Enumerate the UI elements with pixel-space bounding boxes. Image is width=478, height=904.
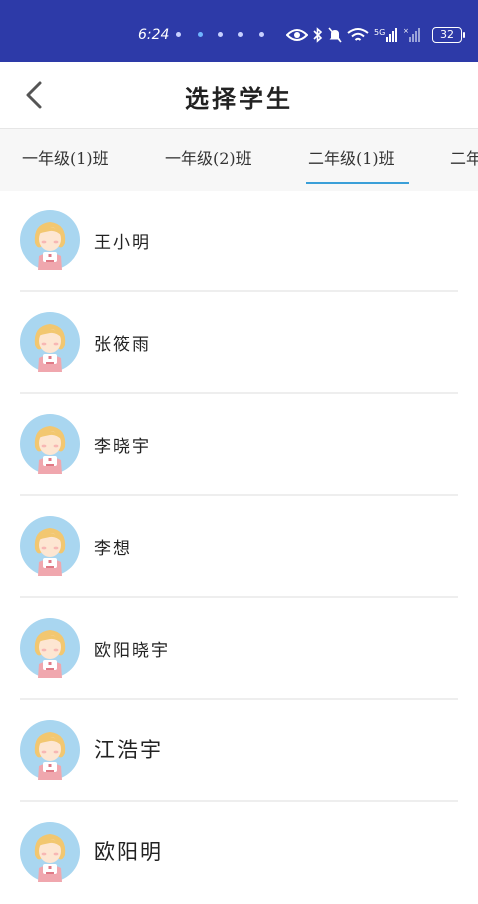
list-item[interactable]: 欧阳明 [0, 802, 478, 904]
student-name: 欧阳明 [94, 840, 163, 864]
page-title: 选择学生 [185, 84, 293, 113]
signal-5g-icon: 5G [374, 28, 397, 42]
student-avatar [20, 822, 80, 882]
tab-grade1-class2[interactable]: 一年级(2)班 [165, 145, 252, 169]
notification-dot-icon [259, 32, 264, 37]
tab-grade1-class1[interactable]: 一年级(1)班 [22, 145, 109, 169]
notification-dot-icon [176, 32, 181, 37]
list-item[interactable]: 江浩宇 [0, 700, 478, 802]
notification-dot-icon [198, 32, 203, 37]
battery-tip [463, 32, 465, 38]
list-item[interactable]: 王小明 [0, 190, 478, 292]
student-avatar [20, 618, 80, 678]
student-name: 江浩宇 [94, 738, 163, 762]
student-name: 李晓宇 [94, 437, 151, 457]
list-item[interactable]: 李晓宇 [0, 394, 478, 496]
app-header: 选择学生 [0, 62, 478, 128]
list-item[interactable]: 张筱雨 [0, 292, 478, 394]
student-avatar [20, 414, 80, 474]
battery-icon: 32 [432, 27, 462, 43]
status-time: 6:24 [138, 27, 170, 43]
notification-dot-icon [218, 32, 223, 37]
student-avatar [20, 312, 80, 372]
status-bar: 6:24 5G × 32 [0, 0, 478, 62]
mute-icon [328, 27, 342, 43]
list-item[interactable]: 欧阳晓宇 [0, 598, 478, 700]
tab-grade2-class1[interactable]: 二年级(1)班 [308, 145, 395, 169]
notification-dot-icon [238, 32, 243, 37]
student-avatar [20, 210, 80, 270]
tab-grade2-next[interactable]: 二年 [450, 145, 478, 169]
eye-icon [286, 29, 308, 41]
student-name: 王小明 [94, 233, 151, 253]
student-name: 欧阳晓宇 [94, 641, 170, 661]
student-list: 王小明 张筱雨 李晓宇 李想 欧阳晓宇 江浩宇 欧阳明 [0, 190, 478, 904]
student-avatar [20, 516, 80, 576]
student-name: 李想 [94, 539, 132, 559]
signal-icon: × [403, 27, 420, 42]
svg-text:5G: 5G [374, 28, 385, 37]
student-avatar [20, 720, 80, 780]
student-name: 张筱雨 [94, 335, 151, 355]
active-tab-indicator [306, 182, 409, 184]
svg-text:×: × [403, 27, 409, 35]
bluetooth-icon [313, 27, 323, 43]
list-item[interactable]: 李想 [0, 496, 478, 598]
wifi-icon [347, 28, 369, 41]
